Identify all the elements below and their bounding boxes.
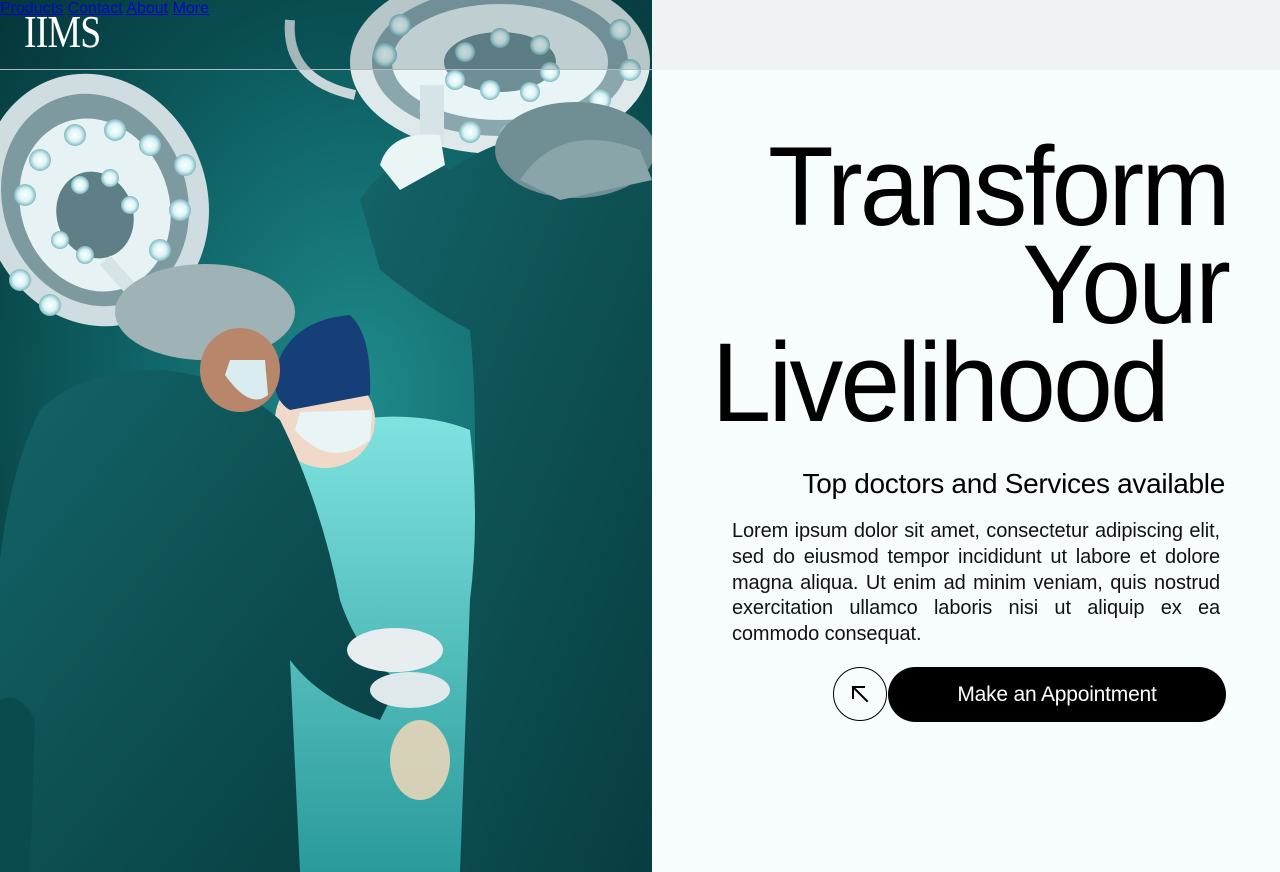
header-background	[652, 0, 1280, 70]
headline-line-3: Livelihood	[711, 320, 1170, 445]
hero-headline: Transform Your Livelihood	[712, 131, 1231, 439]
hero-subheading: Top doctors and Services available	[802, 468, 1226, 499]
top-navigation-bar: IIMS Products Contact About More	[0, 0, 1280, 70]
arrow-up-left-button[interactable]	[833, 667, 887, 721]
page: IIMS Products Contact About More Transfo…	[0, 0, 1280, 872]
arrow-up-left-icon	[851, 685, 869, 703]
hero-description: Lorem ipsum dolor sit amet, consectetur …	[732, 520, 1220, 646]
brand-logo[interactable]: IIMS	[24, 6, 101, 58]
hero-photo	[0, 0, 652, 872]
make-appointment-button[interactable]: Make an Appointment	[888, 667, 1226, 722]
